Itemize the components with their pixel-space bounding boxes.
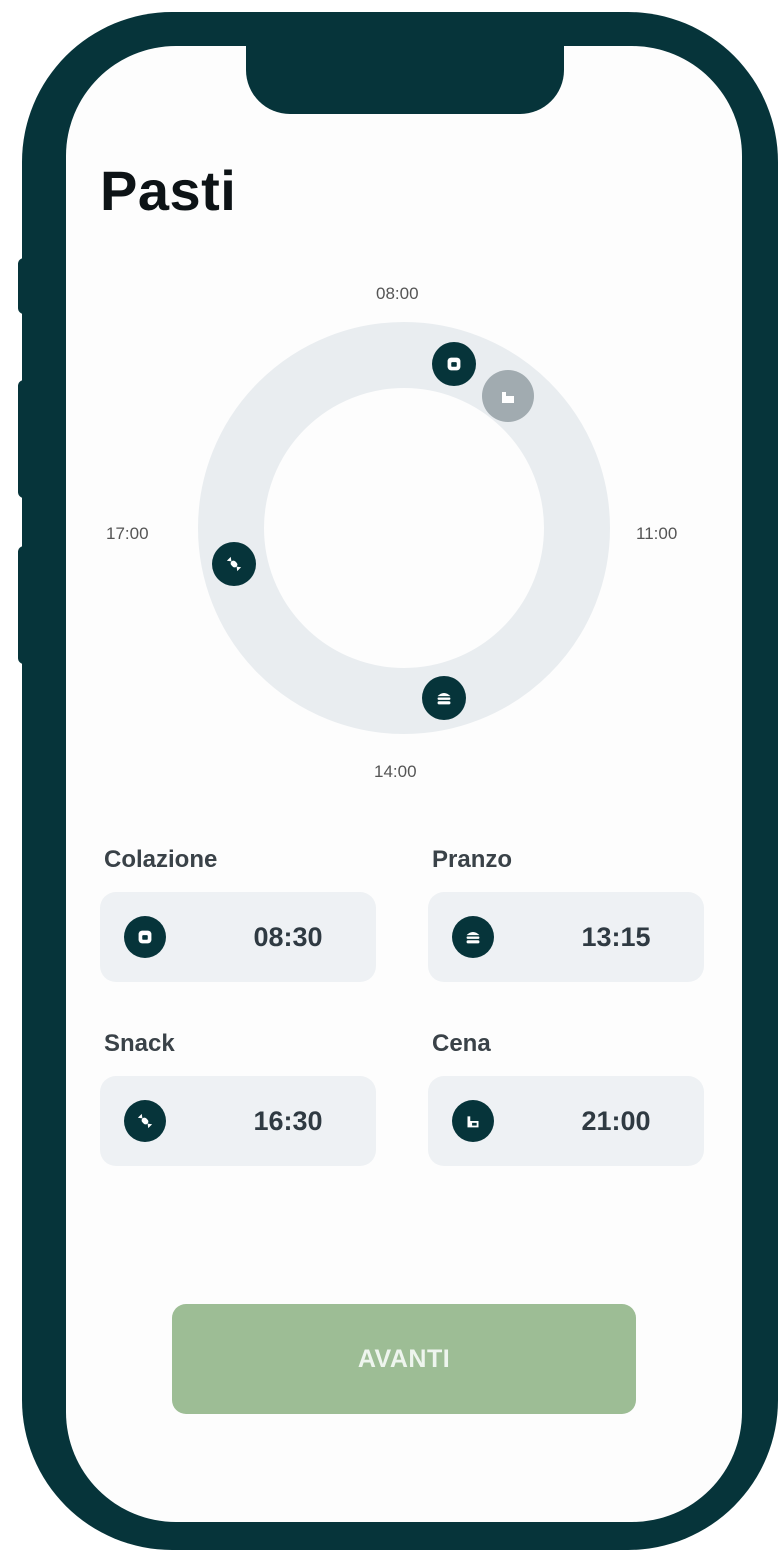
dinner-icon (452, 1100, 494, 1142)
toast-icon (447, 357, 461, 371)
clock-tick-right: 11:00 (636, 524, 678, 543)
clock-tick-bottom: 14:00 (374, 762, 417, 781)
side-button-volume-down (18, 546, 32, 664)
candy-icon (226, 556, 242, 572)
burger-icon (437, 692, 451, 705)
lunch-marker[interactable] (422, 676, 466, 720)
notch (246, 46, 564, 114)
candy-icon (124, 1100, 166, 1142)
screen: Pasti 08:00 11:00 14:00 17:00 Colazione … (66, 46, 742, 1522)
breakfast-marker[interactable] (432, 342, 476, 386)
meal-time-field-pranzo[interactable]: 13:15 (428, 892, 704, 982)
side-button-volume-up (18, 380, 32, 498)
meal-time-field-colazione[interactable]: 08:30 (100, 892, 376, 982)
meal-time-field-snack[interactable]: 16:30 (100, 1076, 376, 1166)
meal-label-pranzo: Pranzo (432, 846, 513, 873)
meal-label-colazione: Colazione (104, 846, 218, 873)
dinner-icon (502, 392, 514, 403)
clock-tick-left: 17:00 (106, 524, 149, 543)
clock-tick-top: 08:00 (376, 284, 419, 303)
meal-clock-ring[interactable] (198, 322, 610, 734)
meal-time-value: 08:30 (253, 922, 323, 952)
snack-marker[interactable] (212, 542, 256, 586)
meal-time-field-cena[interactable]: 21:00 (428, 1076, 704, 1166)
burger-icon (452, 916, 494, 958)
next-button[interactable]: AVANTI (172, 1304, 636, 1414)
toast-icon (124, 916, 166, 958)
meal-label-cena: Cena (432, 1030, 491, 1057)
meal-time-value: 21:00 (581, 1106, 651, 1136)
meal-label-snack: Snack (104, 1030, 175, 1057)
side-button-mute (18, 258, 32, 314)
dinner-marker-handle[interactable] (482, 370, 534, 422)
page-title: Pasti (100, 159, 237, 222)
meal-time-value: 13:15 (581, 922, 651, 952)
meal-time-value: 16:30 (253, 1106, 323, 1136)
